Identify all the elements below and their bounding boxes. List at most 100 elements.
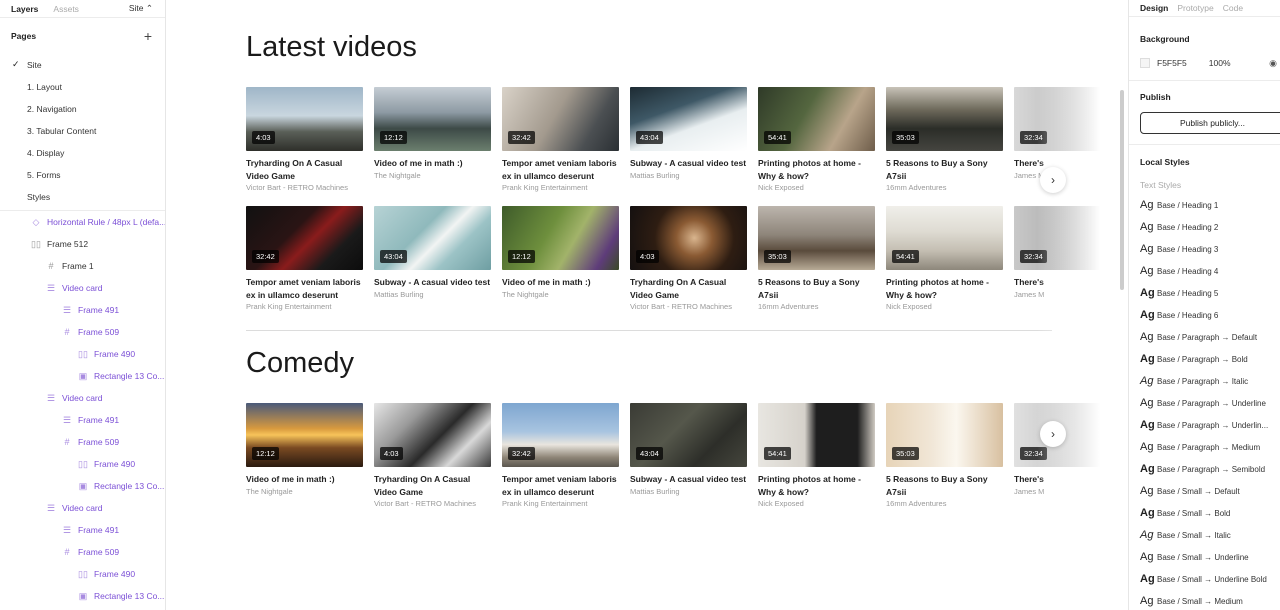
video-title[interactable]: There's [1014,276,1127,289]
channel-name[interactable]: James M [1014,171,1127,181]
design-canvas[interactable]: Latest videos Comedy 4:03 Tryharding On A… [167,0,1127,610]
channel-name[interactable]: Nick Exposed [758,183,875,193]
text-style-row[interactable]: Ag Base / Paragraph → Default [1129,326,1280,348]
video-thumbnail[interactable]: 35:03 [886,87,1003,151]
layer-row[interactable]: ▯▯ Frame 490 [0,563,165,585]
channel-name[interactable]: Nick Exposed [758,499,875,509]
channel-name[interactable]: Mattias Burling [630,171,747,181]
video-card[interactable]: 12:12 Video of me in math :) The Nightgale [246,403,363,497]
text-style-row[interactable]: Ag Base / Heading 6 [1129,304,1280,326]
video-thumbnail[interactable]: 54:41 [758,87,875,151]
video-thumbnail[interactable]: 35:03 [886,403,1003,467]
text-style-row[interactable]: Ag Base / Small → Bold [1129,502,1280,524]
channel-name[interactable]: Prank King Entertainment [502,499,619,509]
layer-row[interactable]: ☰ Video card [0,387,165,409]
background-fill-row[interactable]: F5F5F5 100% ◉ [1129,55,1280,71]
video-thumbnail[interactable]: 4:03 [374,403,491,467]
tab-code[interactable]: Code [1223,3,1243,13]
video-card[interactable]: 54:41 Printing photos at home - Why & how… [886,206,1003,312]
text-style-row[interactable]: Ag Base / Paragraph → Underline [1129,392,1280,414]
background-swatch[interactable] [1140,58,1150,68]
video-thumbnail[interactable]: 32:34 [1014,403,1127,467]
video-card[interactable]: 12:12 Video of me in math :) The Nightgale [374,87,491,181]
channel-name[interactable]: Victor Bart - RETRO Machines [630,302,747,312]
publish-button[interactable]: Publish publicly... [1140,112,1280,134]
channel-name[interactable]: James M [1014,487,1127,497]
video-thumbnail[interactable]: 54:41 [886,206,1003,270]
video-card[interactable]: 54:41 Printing photos at home - Why & how… [758,403,875,509]
layer-row[interactable]: ▣ Rectangle 13 Co... [0,585,165,607]
video-title[interactable]: There's [1014,157,1127,170]
page-item[interactable]: 2. Navigation [0,98,165,120]
channel-name[interactable]: Mattias Burling [630,487,747,497]
channel-name[interactable]: Prank King Entertainment [502,183,619,193]
text-style-row[interactable]: Ag Base / Paragraph → Semibold [1129,458,1280,480]
text-style-row[interactable]: Ag Base / Small → Underline [1129,546,1280,568]
layer-row[interactable]: # Frame 509 [0,431,165,453]
canvas-scrollbar[interactable] [1120,90,1124,290]
layer-row[interactable]: ▣ Rectangle 13 Co... [0,365,165,387]
video-card[interactable]: 54:41 Printing photos at home - Why & how… [758,87,875,193]
video-card[interactable]: 12:12 Video of me in math :) The Nightgale [502,206,619,300]
video-thumbnail[interactable]: 43:04 [630,87,747,151]
video-title[interactable]: Tryharding On A Casual Video Game [630,276,747,301]
channel-name[interactable]: 16mm Adventures [886,183,1003,193]
video-thumbnail[interactable]: 32:42 [502,87,619,151]
add-page-icon[interactable]: + [144,29,152,43]
video-card[interactable]: 32:42 Tempor amet veniam laboris ex in ul… [246,206,363,312]
layer-row[interactable]: ▯▯ Frame 512 [0,233,165,255]
text-style-row[interactable]: Ag Base / Paragraph → Medium [1129,436,1280,458]
video-card[interactable]: 35:03 5 Reasons to Buy a Sony A7sii 16mm A… [886,403,1003,509]
channel-name[interactable]: 16mm Adventures [758,302,875,312]
video-card[interactable]: 43:04 Subway - A casual video test Mattias… [630,87,747,181]
video-title[interactable]: Subway - A casual video test [630,473,747,486]
video-card[interactable]: 35:03 5 Reasons to Buy a Sony A7sii 16mm A… [758,206,875,312]
text-style-row[interactable]: Ag Base / Heading 4 [1129,260,1280,282]
video-title[interactable]: Printing photos at home - Why & how? [758,473,875,498]
layer-row[interactable]: # Frame 509 [0,541,165,563]
page-item[interactable]: ✓ Site [0,54,165,76]
text-style-row[interactable]: Ag Base / Paragraph → Bold [1129,348,1280,370]
text-style-row[interactable]: Ag Base / Heading 3 [1129,238,1280,260]
video-title[interactable]: Tryharding On A Casual Video Game [246,157,363,182]
video-thumbnail[interactable]: 12:12 [374,87,491,151]
site-dropdown[interactable]: Site ⌃ [129,3,153,14]
text-style-row[interactable]: Ag Base / Heading 2 [1129,216,1280,238]
channel-name[interactable]: 16mm Adventures [886,499,1003,509]
video-title[interactable]: 5 Reasons to Buy a Sony A7sii [886,473,1003,498]
video-thumbnail[interactable]: 12:12 [246,403,363,467]
text-style-row[interactable]: Ag Base / Small → Medium [1129,590,1280,610]
channel-name[interactable]: The Nightgale [246,487,363,497]
text-style-row[interactable]: Ag Base / Paragraph → Underlin... [1129,414,1280,436]
video-card[interactable]: 4:03 Tryharding On A Casual Video Game Vic… [246,87,363,193]
text-style-row[interactable]: Ag Base / Heading 1 [1129,194,1280,216]
video-card[interactable]: 4:03 Tryharding On A Casual Video Game Vic… [374,403,491,509]
video-title[interactable]: Video of me in math :) [246,473,363,486]
video-title[interactable]: Tempor amet veniam laboris ex in ullamco… [502,473,619,498]
video-thumbnail[interactable]: 43:04 [374,206,491,270]
video-card[interactable]: 43:04 Subway - A casual video test Mattias… [374,206,491,300]
background-opacity[interactable]: 100% [1209,58,1231,68]
tab-assets[interactable]: Assets [53,4,79,14]
video-title[interactable]: Printing photos at home - Why & how? [886,276,1003,301]
video-thumbnail[interactable]: 35:03 [758,206,875,270]
channel-name[interactable]: The Nightgale [374,171,491,181]
video-card[interactable]: 32:34 There's James M [1014,206,1127,300]
channel-name[interactable]: The Nightgale [502,290,619,300]
video-thumbnail[interactable]: 32:34 [1014,206,1127,270]
video-title[interactable]: Tryharding On A Casual Video Game [374,473,491,498]
video-title[interactable]: Printing photos at home - Why & how? [758,157,875,182]
page-item[interactable]: 5. Forms [0,164,165,186]
video-title[interactable]: Tempor amet veniam laboris ex in ullamco… [246,276,363,301]
channel-name[interactable]: Mattias Burling [374,290,491,300]
layer-row[interactable]: ▯▯ Frame 490 [0,343,165,365]
next-arrow-button[interactable]: › [1040,167,1066,193]
eye-icon[interactable]: ◉ [1269,58,1277,69]
video-card[interactable]: 32:34 There's James M [1014,403,1127,497]
text-style-row[interactable]: Ag Base / Heading 5 [1129,282,1280,304]
video-title[interactable]: Video of me in math :) [374,157,491,170]
page-item[interactable]: 4. Display [0,142,165,164]
video-title[interactable]: There's [1014,473,1127,486]
text-style-row[interactable]: Ag Base / Small → Underline Bold [1129,568,1280,590]
layer-row[interactable]: ☰ Frame 491 [0,409,165,431]
